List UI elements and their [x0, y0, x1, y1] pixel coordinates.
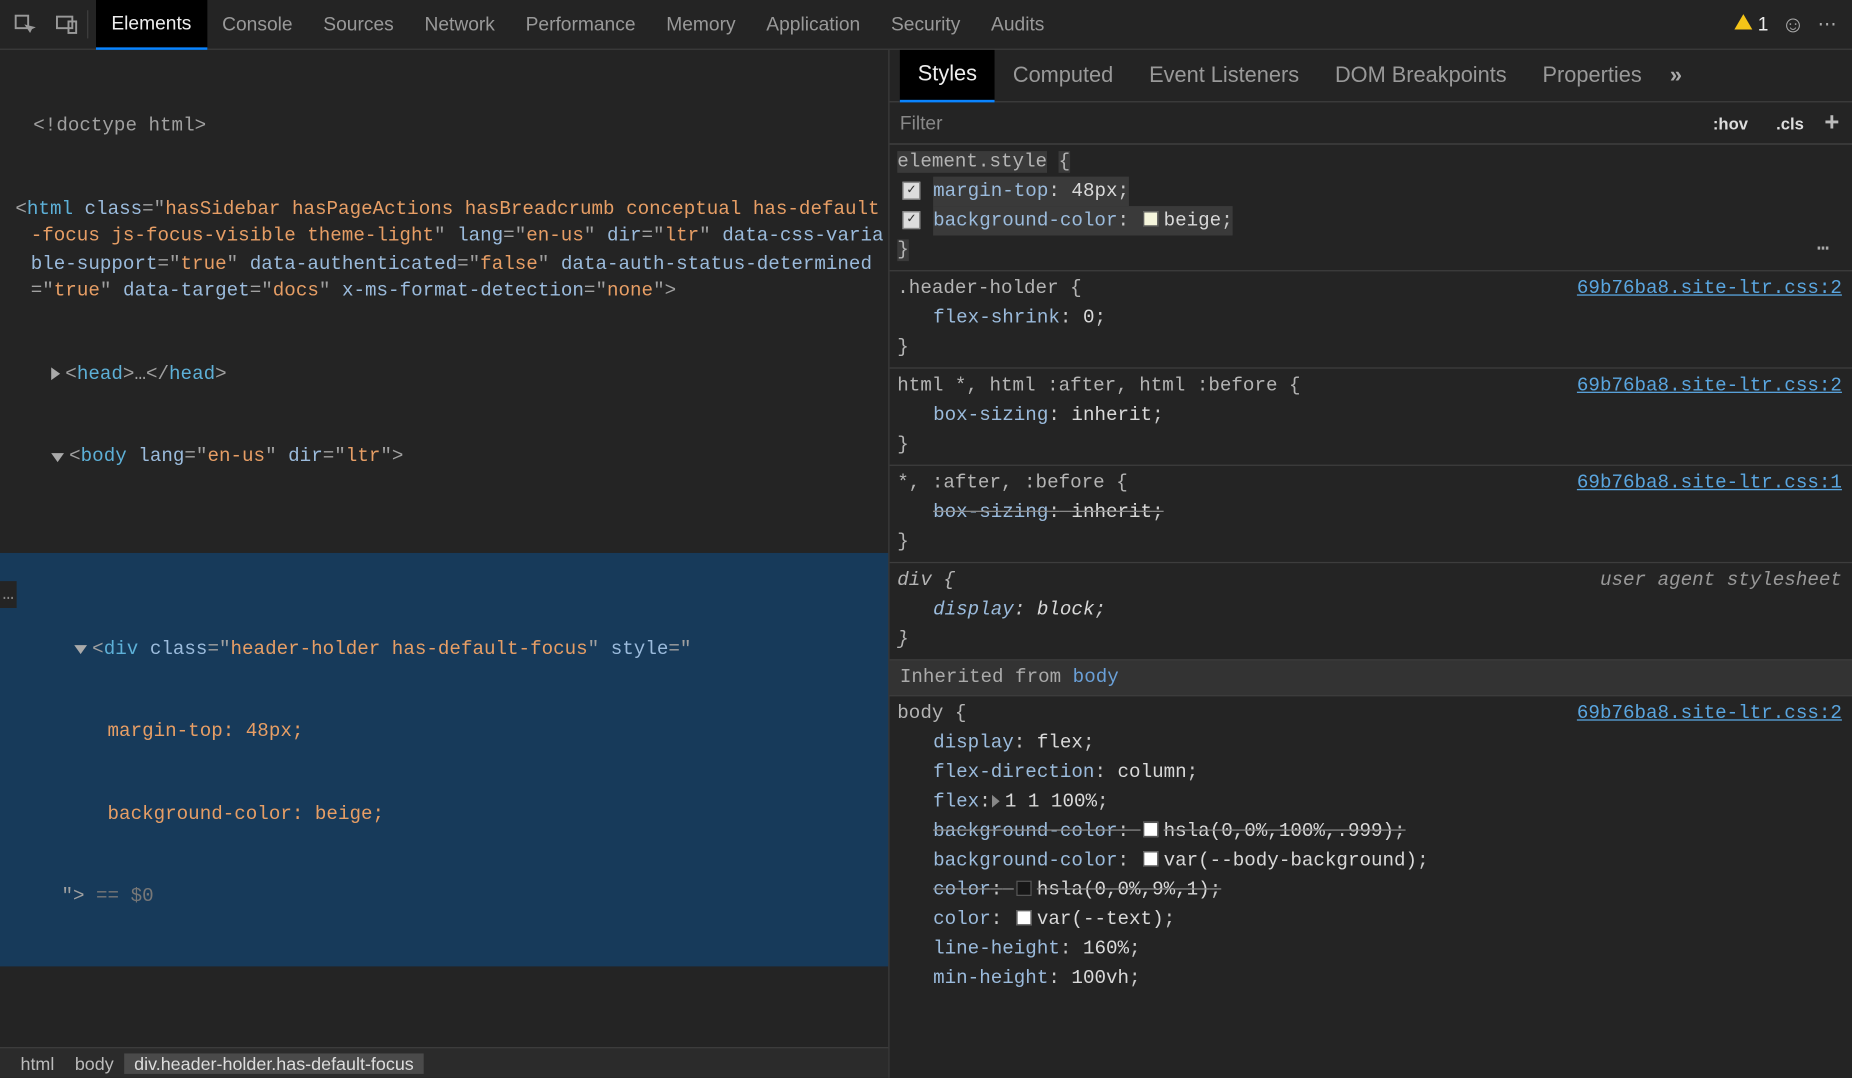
color-swatch[interactable]	[1143, 211, 1158, 226]
inspect-icon[interactable]	[5, 8, 42, 41]
selection-hint: == $0	[96, 886, 154, 908]
inherited-from-header: Inherited from body	[890, 660, 1852, 696]
color-swatch[interactable]	[1016, 881, 1031, 896]
separator	[87, 10, 88, 38]
elements-panel: <!doctype html> <html class="hasSidebar …	[0, 50, 890, 1078]
tab-memory[interactable]: Memory	[651, 0, 751, 49]
inherited-from-link[interactable]: body	[1073, 667, 1119, 689]
rule-body[interactable]: 69b76ba8.site-ltr.css:2 body { display: …	[890, 696, 1852, 998]
tab-audits[interactable]: Audits	[976, 0, 1060, 49]
warning-icon	[1735, 13, 1753, 28]
prop-checkbox[interactable]	[902, 211, 920, 229]
styles-panel: Styles Computed Event Listeners DOM Brea…	[890, 50, 1852, 1078]
more-tabs-icon[interactable]: »	[1670, 63, 1683, 89]
breadcrumb-body[interactable]: body	[65, 1053, 124, 1073]
source-link[interactable]: 69b76ba8.site-ltr.css:2	[1577, 699, 1842, 728]
tab-sources[interactable]: Sources	[308, 0, 409, 49]
style-rules: element.style { margin-top: 48px; backgr…	[890, 145, 1852, 1078]
device-toggle-icon[interactable]	[47, 8, 84, 41]
tab-security[interactable]: Security	[876, 0, 976, 49]
right-tabs: Styles Computed Event Listeners DOM Brea…	[890, 50, 1852, 102]
collapse-icon[interactable]	[51, 453, 64, 462]
dom-tree[interactable]: <!doctype html> <html class="hasSidebar …	[0, 50, 888, 1047]
filter-bar: :hov .cls +	[890, 102, 1852, 144]
breadcrumb-selected[interactable]: div.header-holder.has-default-focus	[124, 1053, 424, 1073]
rule-div-ua[interactable]: user agent stylesheet div { display: blo…	[890, 563, 1852, 660]
doctype: <!doctype html>	[33, 115, 206, 137]
rule-universal[interactable]: 69b76ba8.site-ltr.css:1 *, :after, :befo…	[890, 466, 1852, 563]
color-swatch[interactable]	[1143, 851, 1158, 866]
filter-input[interactable]	[900, 112, 1705, 134]
rule-element-style[interactable]: element.style { margin-top: 48px; backgr…	[890, 145, 1852, 272]
breadcrumb-html[interactable]: html	[10, 1053, 64, 1073]
more-actions-icon[interactable]: ⋯	[1817, 236, 1832, 265]
rule-header-holder[interactable]: 69b76ba8.site-ltr.css:2 .header-holder {…	[890, 271, 1852, 368]
rule-html-star[interactable]: 69b76ba8.site-ltr.css:2 html *, html :af…	[890, 369, 1852, 466]
tab-elements[interactable]: Elements	[96, 0, 207, 49]
tab-network[interactable]: Network	[409, 0, 510, 49]
source-link[interactable]: 69b76ba8.site-ltr.css:2	[1577, 274, 1842, 303]
kebab-menu-icon[interactable]: ⋯	[1818, 13, 1840, 36]
color-swatch[interactable]	[1143, 822, 1158, 837]
gutter-ellipsis-icon: …	[0, 580, 17, 608]
source-link[interactable]: 69b76ba8.site-ltr.css:2	[1577, 371, 1842, 400]
collapse-icon[interactable]	[74, 645, 87, 654]
tab-properties[interactable]: Properties	[1525, 49, 1660, 101]
prop-checkbox[interactable]	[902, 182, 920, 200]
devtools-toolbar: Elements Console Sources Network Perform…	[0, 0, 1852, 50]
tab-application[interactable]: Application	[751, 0, 876, 49]
warning-badge[interactable]: 1	[1735, 13, 1769, 35]
source-link[interactable]: 69b76ba8.site-ltr.css:1	[1577, 468, 1842, 497]
cls-toggle[interactable]: .cls	[1768, 111, 1811, 135]
expand-icon[interactable]	[51, 367, 60, 380]
tab-dom-breakpoints[interactable]: DOM Breakpoints	[1317, 49, 1525, 101]
dom-breadcrumb: html body div.header-holder.has-default-…	[0, 1047, 888, 1078]
tab-event-listeners[interactable]: Event Listeners	[1131, 49, 1317, 101]
expand-shorthand-icon[interactable]	[992, 795, 1000, 808]
color-swatch[interactable]	[1016, 910, 1031, 925]
tab-styles[interactable]: Styles	[900, 49, 995, 101]
tab-computed[interactable]: Computed	[995, 49, 1131, 101]
tab-console[interactable]: Console	[207, 0, 308, 49]
warning-count: 1	[1758, 13, 1769, 35]
hov-toggle[interactable]: :hov	[1705, 111, 1756, 135]
tab-performance[interactable]: Performance	[510, 0, 651, 49]
new-rule-icon[interactable]: +	[1824, 108, 1839, 137]
selected-node[interactable]: … <div class="header-holder has-default-…	[0, 553, 888, 966]
happy-face-icon[interactable]: ☺	[1781, 11, 1805, 38]
user-agent-label: user agent stylesheet	[1600, 566, 1842, 595]
